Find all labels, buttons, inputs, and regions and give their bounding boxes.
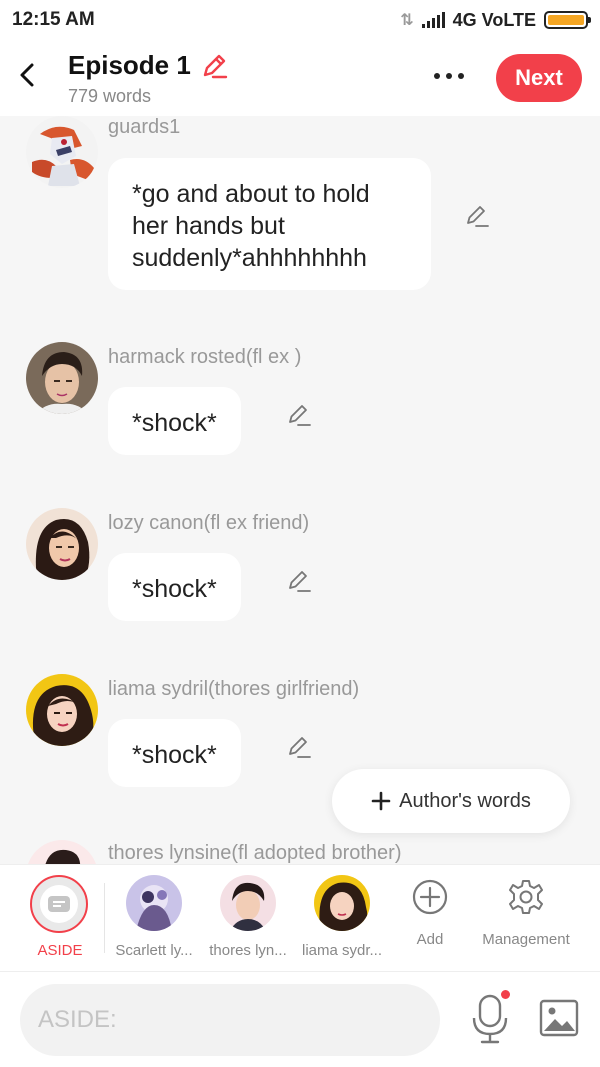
chat-message: guards1 *go and about to hold her hands …	[0, 116, 600, 316]
speaker-name: liama sydril(thores girlfriend)	[108, 678, 360, 700]
character-avatar[interactable]	[26, 508, 98, 580]
edit-message-icon[interactable]	[286, 568, 312, 594]
data-transfer-icon: ⇅	[400, 12, 414, 29]
add-character-button[interactable]: Add	[382, 865, 478, 973]
status-bar: 12:15 AM ⇅ 4G VoLTE	[0, 0, 600, 40]
edit-message-icon[interactable]	[286, 734, 312, 760]
image-icon[interactable]	[538, 998, 580, 1038]
network-type: 4G VoLTE	[452, 9, 536, 30]
plus-icon	[371, 791, 391, 811]
character-avatar[interactable]	[26, 840, 98, 864]
message-bubble[interactable]: *go and about to hold her hands but sudd…	[108, 158, 431, 290]
character-avatar	[220, 875, 276, 931]
battery-icon	[544, 11, 591, 29]
add-circle-icon	[412, 879, 448, 915]
speaker-name: harmack rosted(fl ex )	[108, 346, 302, 368]
message-input[interactable]	[20, 984, 440, 1056]
character-avatar	[126, 875, 182, 931]
next-button[interactable]: Next	[496, 54, 582, 102]
character-liama[interactable]: liama sydr...	[294, 865, 390, 973]
management-button[interactable]: Management	[476, 865, 576, 973]
speaker-name: lozy canon(fl ex friend)	[108, 512, 310, 534]
aside-icon	[30, 875, 88, 933]
edit-message-icon[interactable]	[464, 203, 490, 229]
episode-title-text: Episode 1	[68, 50, 191, 80]
status-icons: ⇅ 4G VoLTE	[400, 9, 591, 31]
management-label: Management	[482, 931, 570, 948]
character-avatar[interactable]	[26, 116, 98, 188]
message-bubble[interactable]: *shock*	[108, 719, 241, 787]
character-aside[interactable]: ASIDE	[12, 865, 108, 973]
message-bubble[interactable]: *shock*	[108, 387, 241, 455]
character-scarlett[interactable]: Scarlett ly...	[106, 865, 202, 973]
battery-fill	[548, 15, 584, 25]
more-options-icon[interactable]	[434, 64, 474, 88]
character-label: Scarlett ly...	[115, 942, 193, 959]
character-avatar	[314, 875, 370, 931]
message-bubble[interactable]: *shock*	[108, 553, 241, 621]
edit-message-icon[interactable]	[286, 402, 312, 428]
character-avatar[interactable]	[26, 342, 98, 414]
character-label: thores lyn...	[209, 942, 287, 959]
add-label: Add	[416, 931, 444, 948]
speaker-name: guards1	[108, 116, 181, 138]
chat-message: lozy canon(fl ex friend) *shock*	[0, 508, 600, 628]
notification-dot	[501, 990, 510, 999]
character-label: ASIDE	[37, 942, 83, 959]
authors-words-label: Author's words	[399, 789, 531, 812]
chat-message: harmack rosted(fl ex ) *shock*	[0, 342, 600, 462]
character-selector: ASIDE Scarlett ly... thores lyn... liama…	[0, 864, 600, 972]
character-avatar[interactable]	[26, 674, 98, 746]
character-thores[interactable]: thores lyn...	[200, 865, 296, 973]
authors-words-button[interactable]: Author's words	[332, 769, 570, 833]
edit-title-icon[interactable]	[199, 51, 229, 81]
signal-icon	[421, 12, 445, 28]
gear-icon	[509, 880, 543, 914]
chat-message: thores lynsine(fl adopted brother)	[0, 840, 600, 864]
episode-header: Episode 1 779 words Next	[0, 40, 600, 116]
speaker-name: thores lynsine(fl adopted brother)	[108, 842, 402, 864]
chat-area[interactable]: guards1 *go and about to hold her hands …	[0, 116, 600, 864]
status-time: 12:15 AM	[12, 9, 95, 30]
message-input-bar	[0, 972, 600, 1067]
word-count: 779 words	[68, 86, 152, 106]
episode-title[interactable]: Episode 1	[68, 50, 229, 81]
back-arrow-icon[interactable]	[14, 58, 40, 92]
